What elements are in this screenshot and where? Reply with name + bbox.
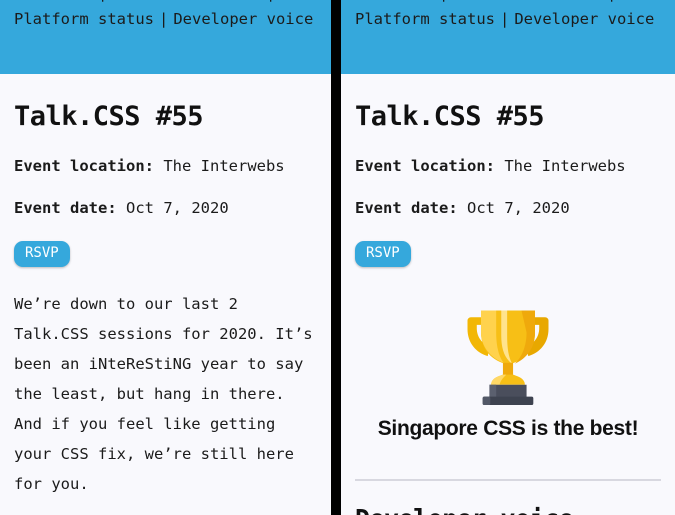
rsvp-button-left[interactable]: RSVP: [14, 241, 70, 268]
event-date-row-right: Event date: Oct 7, 2020: [355, 198, 661, 218]
event-date-label-right: Event date:: [355, 198, 458, 217]
event-location-value-right: The Interwebs: [504, 156, 626, 175]
trophy-graphic-block: Singapore CSS is the best!: [355, 297, 661, 441]
nav-link-platform-status[interactable]: Platform status: [14, 10, 154, 28]
event-description-left: We’re down to our last 2 Talk.CSS sessio…: [14, 295, 322, 494]
section-heading-developer-voice: Developer voice: [355, 503, 661, 515]
nav-row-primary-right: Platform status | Developer voice: [355, 6, 661, 32]
section-divider: [355, 479, 661, 482]
event-date-value-right: Oct 7, 2020: [467, 198, 570, 217]
event-location-row-right: Event location: The Interwebs: [355, 156, 661, 176]
panel-content-right: Talk.CSS #55 Event location: The Interwe…: [341, 100, 675, 515]
rsvp-button-right[interactable]: RSVP: [355, 241, 411, 268]
viewport-panel-left: About us | Code of Conduct | Platform st…: [0, 0, 331, 515]
nav-separator: |: [158, 10, 169, 28]
responsive-comparison-stage: About us | Code of Conduct | Platform st…: [0, 0, 675, 515]
graphic-caption: Singapore CSS is the best!: [377, 417, 639, 441]
event-location-label: Event location:: [14, 156, 154, 175]
event-date-label: Event date:: [14, 198, 117, 217]
nav-separator-right: |: [499, 10, 510, 28]
nav-row-primary-left: Platform status | Developer voice: [14, 6, 317, 32]
page-title-left: Talk.CSS #55: [14, 101, 204, 132]
event-location-row-left: Event location: The Interwebs: [14, 156, 317, 176]
site-header-left: About us | Code of Conduct | Platform st…: [0, 0, 331, 74]
viewport-panel-right: About us | Code of Conduct | Platform st…: [341, 0, 675, 515]
event-date-row-left: Event date: Oct 7, 2020: [14, 198, 317, 218]
nav-link-developer-voice[interactable]: Developer voice: [173, 10, 313, 28]
panel-content-left: Talk.CSS #55 Event location: The Interwe…: [0, 100, 331, 515]
panel-divider: [331, 0, 341, 515]
nav-link-platform-status-right[interactable]: Platform status: [355, 10, 495, 28]
site-header-right: About us | Code of Conduct | Platform st…: [341, 0, 675, 74]
nav-link-developer-voice-right[interactable]: Developer voice: [514, 10, 654, 28]
trophy-icon: [467, 310, 549, 406]
event-location-value: The Interwebs: [163, 156, 285, 175]
event-date-value: Oct 7, 2020: [126, 198, 229, 217]
page-title-right: Talk.CSS #55: [355, 101, 545, 132]
event-location-label-right: Event location:: [355, 156, 495, 175]
